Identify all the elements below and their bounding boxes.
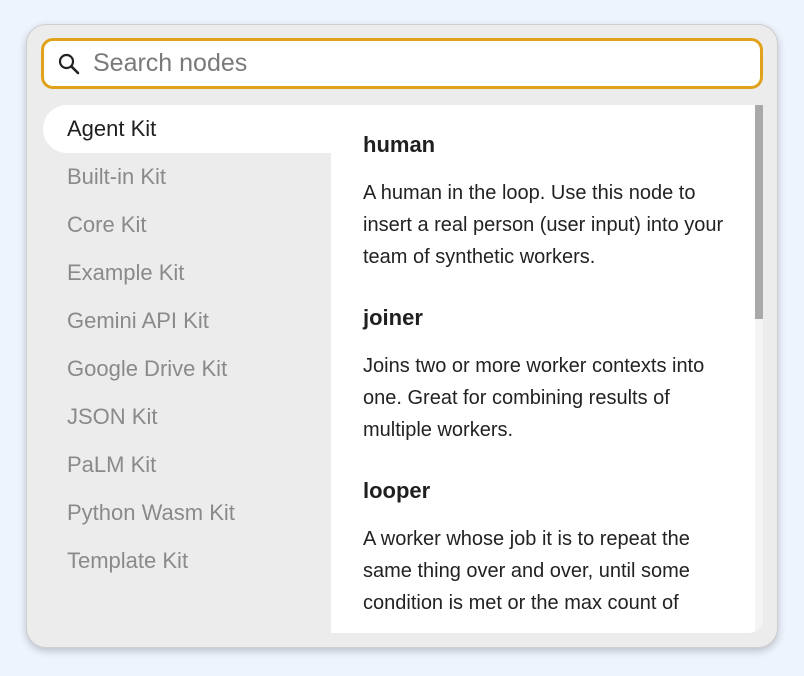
search-box[interactable] bbox=[41, 38, 763, 89]
kit-item-agent-kit[interactable]: Agent Kit bbox=[43, 105, 331, 153]
node-description: A worker whose job it is to repeat the s… bbox=[363, 528, 690, 614]
node-description: A human in the loop. Use this node to in… bbox=[363, 182, 724, 268]
kit-item-template-kit[interactable]: Template Kit bbox=[43, 537, 331, 585]
node-title: looper bbox=[363, 478, 431, 503]
node-details-pane: human A human in the loop. Use this node… bbox=[331, 105, 763, 633]
kit-item-google-drive-kit[interactable]: Google Drive Kit bbox=[43, 345, 331, 393]
kit-item-built-in-kit[interactable]: Built-in Kit bbox=[43, 153, 331, 201]
search-icon bbox=[55, 50, 83, 78]
kit-item-python-wasm-kit[interactable]: Python Wasm Kit bbox=[43, 489, 331, 537]
node-title: human bbox=[363, 132, 436, 157]
kit-item-palm-kit[interactable]: PaLM Kit bbox=[43, 441, 331, 489]
scrollbar-thumb[interactable] bbox=[755, 105, 763, 319]
kit-item-core-kit[interactable]: Core Kit bbox=[43, 201, 331, 249]
node-selector-panel: Agent Kit Built-in Kit Core Kit Example … bbox=[26, 24, 778, 648]
node-entry-joiner[interactable]: joiner Joins two or more worker contexts… bbox=[363, 302, 731, 446]
search-input[interactable] bbox=[93, 43, 713, 84]
details-scrollbar[interactable] bbox=[755, 105, 763, 633]
kit-list: Agent Kit Built-in Kit Core Kit Example … bbox=[43, 105, 331, 585]
node-entry-human[interactable]: human A human in the loop. Use this node… bbox=[363, 129, 731, 273]
node-title: joiner bbox=[363, 305, 423, 330]
kit-item-gemini-api-kit[interactable]: Gemini API Kit bbox=[43, 297, 331, 345]
node-entry-looper[interactable]: looper A worker whose job it is to repea… bbox=[363, 475, 731, 619]
kit-item-json-kit[interactable]: JSON Kit bbox=[43, 393, 331, 441]
node-description: Joins two or more worker contexts into o… bbox=[363, 355, 705, 441]
kit-item-example-kit[interactable]: Example Kit bbox=[43, 249, 331, 297]
